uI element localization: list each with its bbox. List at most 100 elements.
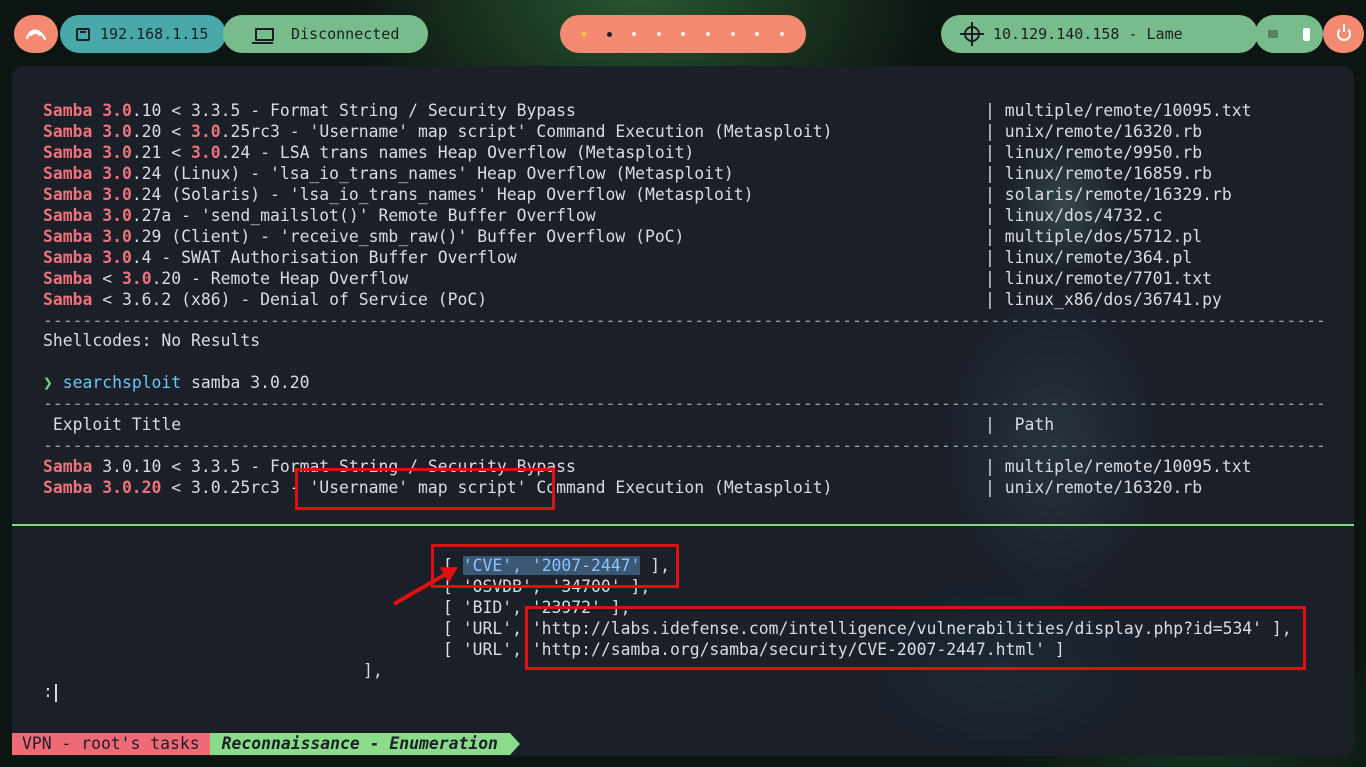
result-row: Samba 3.0.29 (Client) - 'receive_smb_raw… — [43, 226, 684, 247]
row-text: .10 < 3.3.5 - Format String / Security B… — [131, 101, 576, 120]
result-row: Samba 3.0.21 < 3.0.24 - LSA trans names … — [43, 142, 694, 163]
arch-logo-icon — [25, 29, 47, 41]
row-text: .20 < — [131, 122, 192, 141]
result-row: Samba 3.0.4 - SWAT Authorisation Buffer … — [43, 247, 517, 268]
volume-icon[interactable] — [1267, 30, 1278, 38]
result-path: | linux/dos/4732.c — [985, 206, 1163, 225]
column-header-path: | Path — [985, 415, 1055, 434]
match-highlight: Samba 3.0.20 — [43, 478, 162, 497]
column-header-title: Exploit Title — [43, 415, 182, 434]
workspace-4[interactable] — [656, 32, 661, 36]
match-highlight: Samba — [43, 457, 93, 476]
result-row: Samba 3.0.27a - 'send_mailslot()' Remote… — [43, 205, 596, 226]
result-path: | linux/remote/16859.rb — [985, 164, 1212, 183]
workspace-2[interactable] — [606, 31, 612, 37]
power-icon — [1336, 24, 1351, 41]
annotation-box-urls — [525, 606, 1306, 670]
url-label: [ 'URL', — [443, 619, 532, 638]
workspace-switcher[interactable] — [560, 15, 806, 53]
separator-line: ----------------------------------------… — [43, 311, 1323, 330]
terminal-window[interactable]: Samba 3.0.10 < 3.3.5 - Format String / S… — [12, 66, 1354, 756]
match-highlight: Samba 3.0 — [43, 227, 132, 246]
row-text: < — [92, 269, 122, 288]
result-row: Samba < 3.0.20 - Remote Heap Overflow — [43, 268, 408, 289]
result-path: | multiple/remote/10095.txt — [985, 457, 1252, 476]
row-text: .20 - Remote Heap Overflow — [151, 269, 409, 288]
workspace-1[interactable] — [582, 32, 587, 36]
match-highlight: Samba — [43, 269, 93, 288]
match-highlight: Samba 3.0 — [43, 101, 132, 120]
session-name[interactable]: VPN - root's tasks — [12, 733, 210, 755]
result-row: Samba < 3.6.2 (x86) - Denial of Service … — [43, 289, 487, 310]
row-text: .25rc3 - 'Username' map script' Command … — [220, 122, 833, 141]
result-path: | linux_x86/dos/36741.py — [985, 290, 1222, 309]
result-path: | linux/remote/7701.txt — [985, 269, 1212, 288]
result-row: Samba 3.0.10 < 3.3.5 - Format String / S… — [43, 100, 576, 121]
row-text: .4 - SWAT Authorisation Buffer Overflow — [131, 248, 517, 267]
result-row: Samba 3.0.24 (Solaris) - 'lsa_io_trans_n… — [43, 184, 754, 205]
target-text: 10.129.140.158 - Lame — [993, 25, 1183, 43]
separator-line: ----------------------------------------… — [43, 394, 1323, 413]
pane-divider[interactable] — [12, 524, 1354, 526]
pager-colon: : — [43, 682, 53, 701]
power-button[interactable] — [1323, 15, 1364, 53]
match-highlight: Samba 3.0 — [43, 143, 132, 162]
pager-prompt[interactable]: : — [43, 681, 57, 702]
result-path: | linux/remote/364.pl — [985, 248, 1193, 267]
battery-icon[interactable] — [1303, 27, 1311, 41]
result-path: | unix/remote/16320.rb — [985, 478, 1203, 497]
ip-address: 192.168.1.15 — [100, 25, 209, 43]
separator-line: ----------------------------------------… — [43, 436, 1323, 455]
match-highlight: Samba — [43, 290, 93, 309]
command-args: samba 3.0.20 — [181, 373, 310, 392]
result-row: Samba 3.0.20 < 3.0.25rc3 - 'Username' ma… — [43, 121, 832, 142]
result-path: | unix/remote/16320.rb — [985, 122, 1203, 141]
match-highlight: 3.0 — [121, 269, 152, 288]
system-tray[interactable] — [1255, 15, 1323, 53]
result-path: | multiple/dos/5712.pl — [985, 227, 1203, 246]
match-highlight: Samba 3.0 — [43, 206, 132, 225]
network-icon — [76, 27, 90, 41]
match-highlight: Samba 3.0 — [43, 122, 132, 141]
laptop-icon — [252, 27, 274, 44]
active-window-name[interactable]: Reconnaissance - Enumeration — [209, 733, 521, 755]
result-path: | solaris/remote/16329.rb — [985, 185, 1232, 204]
launcher-button[interactable] — [14, 15, 58, 53]
row-text: .24 - LSA trans names Heap Overflow (Met… — [220, 143, 695, 162]
match-highlight: 3.0 — [191, 143, 221, 162]
shellcodes-result: Shellcodes: No Results — [43, 331, 261, 350]
crosshair-icon — [960, 22, 984, 46]
workspace-5[interactable] — [681, 32, 686, 36]
command-name: searchsploit — [62, 373, 182, 392]
match-highlight: 3.0 — [191, 122, 221, 141]
text-cursor — [54, 683, 57, 702]
result-row: Samba 3.0.24 (Linux) - 'lsa_io_trans_nam… — [43, 163, 734, 184]
command-prompt: ❯ searchsploit samba 3.0.20 — [43, 372, 309, 393]
annotation-box-cve — [431, 544, 679, 588]
row-text: .29 (Client) - 'receive_smb_raw()' Buffe… — [131, 227, 685, 246]
row-text: < 3.6.2 (x86) - Denial of Service (PoC) — [92, 290, 488, 309]
match-highlight: Samba 3.0 — [43, 185, 132, 204]
workspace-8[interactable] — [755, 32, 760, 36]
annotation-box-username — [295, 468, 555, 510]
vpn-status-indicator[interactable]: Disconnected — [223, 15, 428, 53]
vpn-status-text: Disconnected — [291, 25, 400, 43]
row-text: .27a - 'send_mailslot()' Remote Buffer O… — [131, 206, 596, 225]
result-path: | linux/remote/9950.rb — [985, 143, 1203, 162]
workspace-7[interactable] — [730, 32, 735, 36]
tmux-status-bar: VPN - root's tasks Reconnaissance - Enum… — [12, 733, 521, 755]
ip-indicator[interactable]: 192.168.1.15 — [60, 15, 226, 53]
result-path: | multiple/remote/10095.txt — [985, 101, 1252, 120]
row-text: .21 < — [131, 143, 192, 162]
match-highlight: Samba 3.0 — [43, 164, 132, 183]
row-text: .24 (Solaris) - 'lsa_io_trans_names' Hea… — [131, 185, 754, 204]
prompt-arrow-icon: ❯ — [43, 373, 53, 392]
workspace-6[interactable] — [706, 32, 710, 36]
match-highlight: Samba 3.0 — [43, 248, 132, 267]
workspace-3[interactable] — [632, 32, 637, 36]
url-label: [ 'URL', — [443, 640, 532, 659]
references-closing: ], — [363, 661, 383, 680]
row-text: .24 (Linux) - 'lsa_io_trans_names' Heap … — [131, 164, 734, 183]
target-indicator[interactable]: 10.129.140.158 - Lame — [941, 15, 1258, 53]
workspace-9[interactable] — [779, 32, 784, 36]
